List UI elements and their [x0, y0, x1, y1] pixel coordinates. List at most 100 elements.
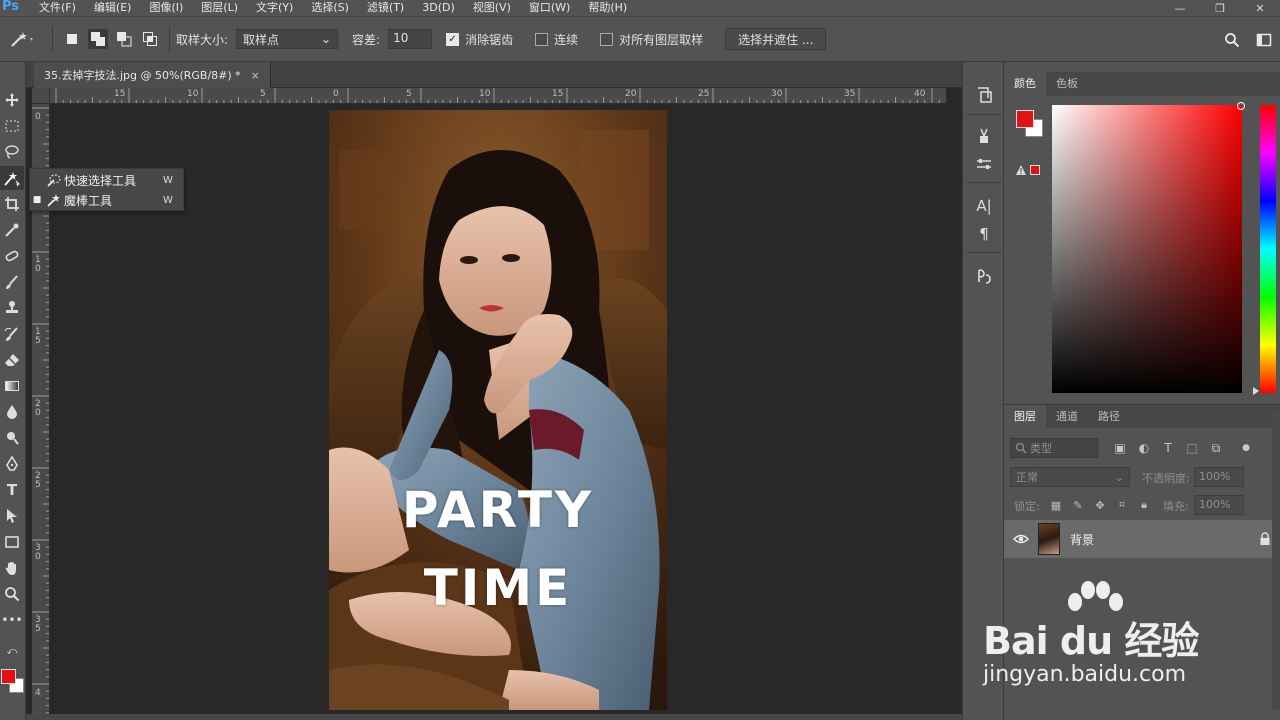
tab-swatches[interactable]: 色板	[1046, 72, 1088, 96]
rectangle-tool[interactable]	[0, 530, 24, 554]
maximize-button[interactable]: ❐	[1200, 0, 1240, 16]
antialias-checkbox[interactable]: ✓	[446, 32, 460, 46]
blur-tool[interactable]	[0, 400, 24, 424]
brush-settings-button[interactable]	[971, 124, 997, 148]
menu-image[interactable]: 图像(I)	[140, 0, 192, 16]
fill-input[interactable]: 100%	[1194, 495, 1244, 515]
path-selection-tool[interactable]	[0, 504, 24, 528]
lock-position-icon[interactable]: ✥	[1092, 497, 1108, 513]
color-panel-foreground-swatch[interactable]	[1016, 110, 1034, 128]
dodge-tool[interactable]	[0, 426, 24, 450]
workspace-button[interactable]	[1248, 25, 1280, 55]
sample-size-select[interactable]: 取样点 ⌄	[236, 29, 339, 49]
menu-window[interactable]: 窗口(W)	[520, 0, 579, 16]
sample-all-layers-option[interactable]: 对所有图层取样	[600, 31, 711, 48]
search-button[interactable]	[1216, 25, 1248, 55]
lock-image-icon[interactable]: ✎	[1070, 497, 1086, 513]
history-brush-tool[interactable]	[0, 322, 24, 346]
contiguous-option[interactable]: 连续	[535, 31, 586, 48]
character-panel-button[interactable]: A|	[971, 194, 997, 218]
close-button[interactable]: ✕	[1240, 0, 1280, 16]
layer-row[interactable]: 背景	[1004, 520, 1280, 558]
crop-tool[interactable]	[0, 192, 24, 216]
document-canvas[interactable]: PARTY TIME	[329, 110, 667, 710]
menu-filter[interactable]: 滤镜(T)	[358, 0, 413, 16]
menu-help[interactable]: 帮助(H)	[579, 0, 636, 16]
layer-visibility-toggle[interactable]	[1004, 533, 1038, 545]
new-selection-button[interactable]	[62, 29, 82, 49]
paragraph-panel-button[interactable]: ¶	[971, 222, 997, 246]
document-tab[interactable]: 35.去掉字技法.jpg @ 50%(RGB/8#) * ×	[34, 62, 271, 88]
sample-all-layers-checkbox[interactable]	[600, 32, 614, 46]
menu-type[interactable]: 文字(Y)	[247, 0, 302, 16]
lock-artboard-icon[interactable]: ⌗	[1114, 497, 1130, 513]
antialias-option[interactable]: ✓ 消除锯齿	[446, 31, 521, 48]
tab-paths[interactable]: 路径	[1088, 405, 1130, 428]
menu-layer[interactable]: 图层(L)	[192, 0, 247, 16]
layer-name[interactable]: 背景	[1070, 531, 1250, 548]
add-to-selection-button[interactable]	[88, 29, 108, 49]
menu-edit[interactable]: 编辑(E)	[85, 0, 141, 16]
filter-toggle-icon[interactable]: ●	[1238, 440, 1254, 456]
menu-view[interactable]: 视图(V)	[464, 0, 520, 16]
blend-mode-select[interactable]: 正常 ⌄	[1010, 467, 1130, 487]
lock-all-icon[interactable]: 🔒︎	[1136, 497, 1152, 513]
contiguous-checkbox[interactable]	[535, 32, 549, 46]
adjustments-button[interactable]	[971, 152, 997, 176]
menu-3d[interactable]: 3D(D)	[413, 0, 464, 16]
eyedropper-tool[interactable]	[0, 218, 24, 242]
intersect-selection-button[interactable]	[140, 29, 160, 49]
subtract-from-selection-button[interactable]	[114, 29, 134, 49]
gamut-warning[interactable]	[1015, 163, 1041, 177]
gradient-tool[interactable]	[0, 374, 24, 398]
hue-slider-handle[interactable]	[1253, 387, 1259, 395]
tab-color[interactable]: 颜色	[1004, 72, 1046, 96]
opacity-input[interactable]: 100%	[1194, 467, 1244, 487]
tab-layers[interactable]: 图层	[1004, 405, 1046, 428]
tool-preset-picker[interactable]	[0, 24, 46, 54]
antialias-label: 消除锯齿	[465, 32, 514, 47]
filter-smart-object-icon[interactable]: ⧉	[1208, 440, 1224, 456]
select-and-mask-button[interactable]: 选择并遮住 ...	[725, 28, 827, 50]
foreground-color-swatch[interactable]	[1, 669, 16, 684]
magic-wand-tool[interactable]	[0, 166, 24, 190]
color-picker-marker[interactable]	[1237, 102, 1245, 110]
contiguous-label: 连续	[554, 32, 579, 47]
lock-transparent-icon[interactable]: ▦	[1048, 497, 1064, 513]
layer-filter-select[interactable]: 类型	[1010, 438, 1098, 458]
default-colors-button[interactable]: ⤺	[0, 642, 24, 660]
zoom-tool[interactable]	[0, 582, 24, 606]
eraser-tool[interactable]	[0, 348, 24, 372]
tolerance-input[interactable]: 10	[388, 29, 433, 49]
flyout-item-quick-selection[interactable]: 快速选择工具 W	[30, 170, 183, 190]
hand-tool[interactable]	[0, 556, 24, 580]
history-panel-button[interactable]	[971, 82, 997, 106]
clone-stamp-tool[interactable]	[0, 296, 24, 320]
flyout-item-magic-wand[interactable]: ■ 魔棒工具 W	[30, 190, 183, 210]
lasso-tool[interactable]	[0, 140, 24, 164]
brush-tool[interactable]	[0, 270, 24, 294]
minimize-button[interactable]: —	[1160, 0, 1200, 16]
type-tool[interactable]: T	[0, 478, 24, 502]
hue-slider[interactable]	[1260, 105, 1276, 393]
horizontal-ruler[interactable]: 15 10 5 0 5 10 15 20 25 30 35 40	[50, 88, 946, 104]
pen-tool[interactable]	[0, 452, 24, 476]
canvas-workspace[interactable]: PARTY TIME	[50, 104, 946, 714]
close-tab-icon[interactable]: ×	[251, 69, 260, 82]
gamut-color-swatch[interactable]	[1030, 165, 1040, 175]
ruler-origin[interactable]	[32, 88, 50, 104]
filter-shape-icon[interactable]: ⬚	[1184, 440, 1200, 456]
filter-pixel-icon[interactable]: ▣	[1112, 440, 1128, 456]
edit-toolbar-button[interactable]: •••	[0, 608, 24, 632]
tab-channels[interactable]: 通道	[1046, 405, 1088, 428]
filter-adjustment-icon[interactable]: ◐	[1136, 440, 1152, 456]
move-tool[interactable]	[0, 88, 24, 112]
glyphs-panel-button[interactable]	[971, 264, 997, 288]
filter-type-icon[interactable]: T	[1160, 440, 1176, 456]
history-brush-icon	[4, 327, 18, 341]
menu-select[interactable]: 选择(S)	[302, 0, 358, 16]
menu-file[interactable]: 文件(F)	[30, 0, 85, 16]
marquee-tool[interactable]	[0, 114, 24, 138]
color-picker-field[interactable]	[1052, 102, 1245, 393]
healing-brush-tool[interactable]	[0, 244, 24, 268]
